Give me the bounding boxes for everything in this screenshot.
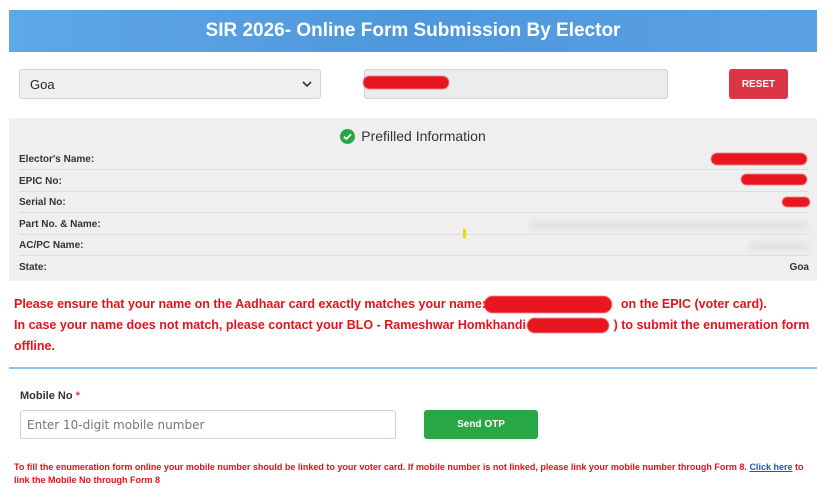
redaction-mark [711, 153, 807, 165]
redaction-mark [484, 296, 612, 313]
info-row-serial-no: Serial No: [19, 192, 809, 213]
footnote: To fill the enumeration form online your… [14, 461, 814, 487]
info-value: Goa [789, 262, 809, 273]
mobile-label-text: Mobile No [20, 390, 73, 402]
warning-text: offline. [14, 339, 55, 353]
epic-number-input[interactable] [363, 69, 668, 99]
prefilled-title: Prefilled Information [361, 128, 486, 144]
info-label: Serial No: [19, 196, 66, 208]
warning-text: on the EPIC (voter card). [620, 297, 767, 311]
state-select-value: Goa [30, 76, 55, 92]
name-warning-line-3: offline. [14, 339, 814, 353]
check-circle-icon [340, 128, 356, 144]
warning-text: ) to submit the enumeration form [613, 318, 810, 332]
footnote-text: To fill the enumeration form online your… [14, 462, 747, 472]
blurred-value [749, 242, 809, 251]
state-select[interactable]: Goa [19, 69, 321, 99]
redaction-mark [741, 174, 807, 185]
cursor-marker [463, 229, 466, 238]
info-label: AC/PC Name: [19, 239, 84, 251]
mobile-number-input[interactable] [20, 410, 396, 439]
name-warning-line-1: Please ensure that your name on the Aadh… [14, 297, 814, 311]
info-label: Elector's Name: [19, 153, 95, 165]
blurred-value [529, 221, 809, 230]
info-row-ac-pc-name: AC/PC Name: [19, 235, 809, 256]
warning-text: Please ensure that your name on the Aadh… [14, 297, 486, 311]
chevron-down-icon [300, 76, 314, 92]
send-otp-button[interactable]: Send OTP [424, 410, 538, 439]
info-row-elector-name: Elector's Name: [19, 149, 809, 170]
required-mark: * [75, 390, 80, 402]
redaction-mark [782, 197, 810, 207]
info-label: Part No. & Name: [19, 218, 101, 230]
name-warning-line-2: In case your name does not match, please… [14, 318, 814, 332]
info-label: EPIC No: [19, 175, 62, 187]
form8-link[interactable]: Click here [749, 462, 792, 472]
warning-text: In case your name does not match, please… [14, 318, 534, 332]
prefilled-panel: Prefilled Information Elector's Name: EP… [9, 118, 817, 281]
page-header: SIR 2026- Online Form Submission By Elec… [9, 10, 817, 52]
redaction-mark [363, 76, 449, 89]
section-divider [9, 367, 817, 369]
info-label: State: [19, 262, 47, 273]
reset-button[interactable]: RESET [729, 69, 788, 99]
info-row-epic-no: EPIC No: [19, 171, 809, 192]
redaction-mark [527, 318, 609, 333]
info-row-state: State: Goa [19, 257, 809, 278]
prefilled-heading: Prefilled Information [9, 126, 817, 146]
page-title: SIR 2026- Online Form Submission By Elec… [205, 20, 621, 41]
mobile-label: Mobile No * [20, 390, 80, 402]
